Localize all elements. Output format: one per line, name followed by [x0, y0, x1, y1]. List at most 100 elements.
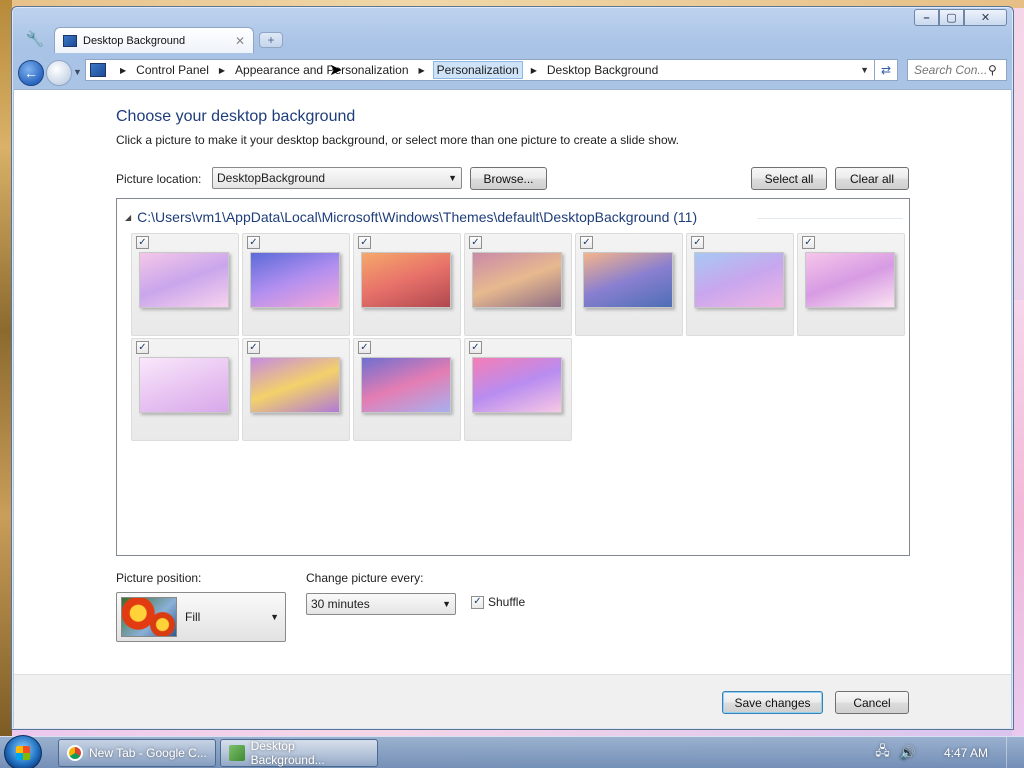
show-desktop-button[interactable]: [1006, 737, 1018, 768]
chrome-icon: [67, 745, 83, 761]
tab-close-icon[interactable]: ✕: [235, 34, 245, 48]
recent-pages-dropdown[interactable]: ▼: [73, 67, 82, 77]
wrench-icon[interactable]: 🔧: [22, 27, 48, 51]
content-pane: Choose your desktop background Click a p…: [14, 89, 1011, 674]
forward-button[interactable]: [46, 60, 72, 86]
wallpaper-image: [472, 252, 562, 308]
picture-location-value: DesktopBackground: [217, 171, 326, 185]
thumbnail-checkbox[interactable]: ✓: [802, 236, 815, 249]
search-input[interactable]: [914, 63, 986, 77]
volume-icon[interactable]: 🔊: [900, 745, 916, 761]
picture-location-select[interactable]: DesktopBackground ▼: [212, 167, 462, 189]
thumb-1[interactable]: ✓: [131, 233, 239, 336]
maximize-button[interactable]: ▢: [939, 9, 964, 26]
thumbnail-checkbox[interactable]: ✓: [691, 236, 704, 249]
collapse-icon[interactable]: ◢: [125, 213, 131, 222]
thumb-2[interactable]: ✓: [242, 233, 350, 336]
thumb-10[interactable]: ✓: [353, 338, 461, 441]
chevron-down-icon: ▼: [448, 173, 457, 183]
tab-desktop-background[interactable]: Desktop Background ✕: [54, 27, 254, 53]
thumb-3[interactable]: ✓: [353, 233, 461, 336]
close-button[interactable]: ✕: [964, 9, 1007, 26]
thumb-7[interactable]: ✓: [797, 233, 905, 336]
control-panel-window: – ▢ ✕ 🔧 Desktop Background ✕ + ← ▼ ▶ Con…: [11, 6, 1014, 730]
picture-gallery[interactable]: ◢ C:\Users\vm1\AppData\Local\Microsoft\W…: [116, 198, 910, 556]
breadcrumb-appearance[interactable]: Appearance and Personalization: [233, 61, 410, 79]
wallpaper-image: [694, 252, 784, 308]
thumbnail-checkbox[interactable]: ✓: [580, 236, 593, 249]
position-preview-image: [121, 597, 177, 637]
wallpaper-image: [139, 357, 229, 413]
thumbnail-checkbox[interactable]: ✓: [247, 236, 260, 249]
minimize-button[interactable]: –: [914, 9, 939, 26]
wallpaper-image: [805, 252, 895, 308]
chevron-right-icon[interactable]: ▶: [211, 66, 233, 75]
chevron-down-icon: ▼: [442, 599, 451, 609]
change-picture-label: Change picture every:: [306, 571, 424, 585]
change-picture-value: 30 minutes: [311, 597, 370, 611]
shuffle-checkbox[interactable]: ✓: [471, 595, 484, 609]
taskbar-item-label: New Tab - Google C...: [89, 746, 207, 760]
wallpaper-image: [139, 252, 229, 308]
breadcrumb-desktop-background[interactable]: Desktop Background: [545, 61, 660, 79]
thumbnail-checkbox[interactable]: ✓: [358, 341, 371, 354]
system-tray: 🖧 🔊 4:47 AM: [875, 737, 1018, 768]
thumbnail-checkbox[interactable]: ✓: [136, 236, 149, 249]
taskbar-item-desktop-background[interactable]: Desktop Background...: [220, 739, 378, 767]
taskbar: New Tab - Google C... Desktop Background…: [0, 735, 1024, 768]
address-dropdown-icon[interactable]: ▼: [860, 65, 869, 75]
network-icon[interactable]: 🖧: [875, 742, 890, 764]
wallpaper-image: [250, 252, 340, 308]
thumbnail-checkbox[interactable]: ✓: [469, 341, 482, 354]
wallpaper-image: [583, 252, 673, 308]
cancel-button[interactable]: Cancel: [835, 691, 909, 714]
wallpaper-image: [472, 357, 562, 413]
page-title: Choose your desktop background: [116, 108, 356, 125]
thumbnail-checkbox[interactable]: ✓: [136, 341, 149, 354]
thumb-8[interactable]: ✓: [131, 338, 239, 441]
thumbnail-checkbox[interactable]: ✓: [247, 341, 260, 354]
wallpaper-image: [250, 357, 340, 413]
thumb-4[interactable]: ✓: [464, 233, 572, 336]
change-picture-select[interactable]: 30 minutes ▼: [306, 593, 456, 615]
picture-location-label: Picture location:: [116, 172, 202, 186]
shuffle-option[interactable]: ✓ Shuffle: [471, 595, 525, 609]
picture-position-label: Picture position:: [116, 571, 202, 585]
breadcrumb-personalization[interactable]: Personalization: [432, 61, 523, 79]
thumb-5[interactable]: ✓: [575, 233, 683, 336]
breadcrumb-control-panel[interactable]: Control Panel: [134, 61, 211, 79]
page-description: Click a picture to make it your desktop …: [116, 133, 679, 147]
search-box[interactable]: ⚲: [907, 59, 1007, 81]
mouse-cursor-icon: ➤: [329, 62, 343, 79]
group-header[interactable]: ◢ C:\Users\vm1\AppData\Local\Microsoft\W…: [125, 209, 697, 225]
chevron-right-icon[interactable]: ▶: [112, 66, 134, 75]
new-tab-button[interactable]: +: [259, 32, 283, 48]
thumb-9[interactable]: ✓: [242, 338, 350, 441]
search-icon[interactable]: ⚲: [988, 63, 997, 77]
refresh-button[interactable]: ⇄: [874, 59, 898, 81]
shuffle-label: Shuffle: [488, 595, 526, 609]
clock[interactable]: 4:47 AM: [944, 746, 988, 760]
browse-button[interactable]: Browse...: [470, 167, 547, 190]
chevron-down-icon: ▼: [270, 612, 279, 622]
footer-bar: Save changes Cancel: [14, 674, 1011, 728]
control-panel-icon: [229, 745, 245, 761]
taskbar-item-chrome[interactable]: New Tab - Google C...: [58, 739, 216, 767]
chevron-right-icon[interactable]: ▶: [523, 66, 545, 75]
back-button[interactable]: ←: [18, 60, 44, 86]
control-panel-icon: [90, 63, 106, 77]
select-all-button[interactable]: Select all: [751, 167, 827, 190]
address-bar[interactable]: ▶ Control Panel ▶ Appearance and Persona…: [85, 59, 875, 81]
thumbnail-checkbox[interactable]: ✓: [358, 236, 371, 249]
thumbnail-checkbox[interactable]: ✓: [469, 236, 482, 249]
chevron-right-icon[interactable]: ▶: [411, 66, 433, 75]
start-button[interactable]: [4, 735, 42, 768]
picture-position-select[interactable]: Fill ▼: [116, 592, 286, 642]
clear-all-button[interactable]: Clear all: [835, 167, 909, 190]
save-changes-button[interactable]: Save changes: [722, 691, 823, 714]
group-divider: [757, 218, 903, 219]
thumb-6[interactable]: ✓: [686, 233, 794, 336]
wallpaper-image: [361, 357, 451, 413]
thumb-11[interactable]: ✓: [464, 338, 572, 441]
control-panel-icon: [63, 34, 77, 47]
